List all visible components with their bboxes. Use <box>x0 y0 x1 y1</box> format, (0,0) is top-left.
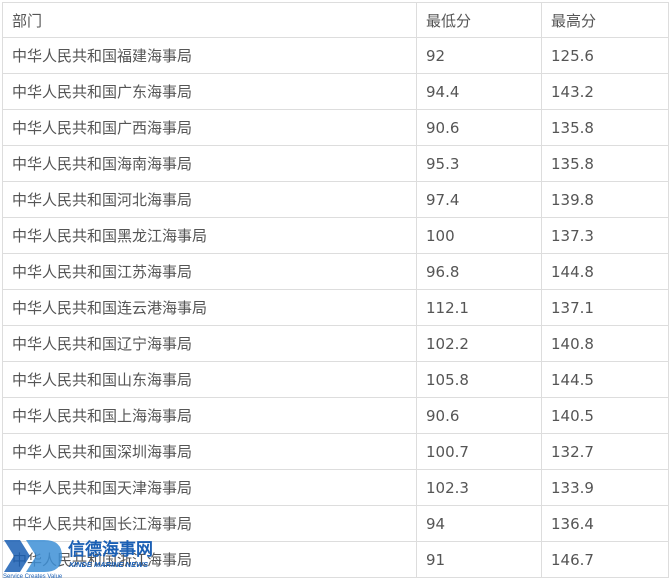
department-cell: 中华人民共和国黑龙江海事局 <box>2 217 417 254</box>
department-cell: 中华人民共和国深圳海事局 <box>2 433 417 470</box>
department-cell: 中华人民共和国山东海事局 <box>2 361 417 398</box>
min-score-cell: 94 <box>416 505 542 542</box>
table-row: 中华人民共和国山东海事局 105.8 144.5 <box>2 361 669 398</box>
department-cell: 中华人民共和国海南海事局 <box>2 145 417 182</box>
table-row: 中华人民共和国天津海事局 102.3 133.9 <box>2 469 669 506</box>
department-cell: 中华人民共和国连云港海事局 <box>2 289 417 326</box>
table-row: 中华人民共和国江苏海事局 96.8 144.8 <box>2 253 669 290</box>
table-row: 中华人民共和国深圳海事局 100.7 132.7 <box>2 433 669 470</box>
min-score-cell: 90.6 <box>416 397 542 434</box>
table-body: 中华人民共和国福建海事局 92 125.6 中华人民共和国广东海事局 94.4 143.2… <box>2 37 669 578</box>
min-score-cell: 105.8 <box>416 361 542 398</box>
header-max-score: 最高分 <box>541 2 669 38</box>
department-cell: 中华人民共和国广西海事局 <box>2 109 417 146</box>
table-row: 中华人民共和国上海海事局 90.6 140.5 <box>2 397 669 434</box>
department-cell: 中华人民共和国上海海事局 <box>2 397 417 434</box>
min-score-cell: 102.2 <box>416 325 542 362</box>
table-row: 中华人民共和国黑龙江海事局 100 137.3 <box>2 217 669 254</box>
min-score-cell: 90.6 <box>416 109 542 146</box>
min-score-cell: 96.8 <box>416 253 542 290</box>
min-score-cell: 102.3 <box>416 469 542 506</box>
min-score-cell: 95.3 <box>416 145 542 182</box>
max-score-cell: 137.3 <box>541 217 669 254</box>
max-score-cell: 132.7 <box>541 433 669 470</box>
table-header: 部门 最低分 最高分 <box>2 2 669 38</box>
header-min-score: 最低分 <box>416 2 542 38</box>
min-score-cell: 92 <box>416 37 542 74</box>
max-score-cell: 136.4 <box>541 505 669 542</box>
table-row: 中华人民共和国福建海事局 92 125.6 <box>2 37 669 74</box>
min-score-cell: 100.7 <box>416 433 542 470</box>
min-score-cell: 100 <box>416 217 542 254</box>
department-cell: 中华人民共和国辽宁海事局 <box>2 325 417 362</box>
max-score-cell: 144.8 <box>541 253 669 290</box>
table-row: 中华人民共和国辽宁海事局 102.2 140.8 <box>2 325 669 362</box>
max-score-cell: 133.9 <box>541 469 669 506</box>
max-score-cell: 135.8 <box>541 109 669 146</box>
department-cell: 中华人民共和国广东海事局 <box>2 73 417 110</box>
max-score-cell: 146.7 <box>541 541 669 578</box>
min-score-cell: 97.4 <box>416 181 542 218</box>
department-cell: 中华人民共和国江苏海事局 <box>2 253 417 290</box>
max-score-cell: 144.5 <box>541 361 669 398</box>
department-cell: 中华人民共和国河北海事局 <box>2 181 417 218</box>
max-score-cell: 125.6 <box>541 37 669 74</box>
table-row: 中华人民共和国连云港海事局 112.1 137.1 <box>2 289 669 326</box>
table-row: 中华人民共和国长江海事局 94 136.4 <box>2 505 669 542</box>
min-score-cell: 94.4 <box>416 73 542 110</box>
table-row: 中华人民共和国浙江海事局 91 146.7 <box>2 541 669 578</box>
header-row: 部门 最低分 最高分 <box>2 2 669 38</box>
department-cell: 中华人民共和国长江海事局 <box>2 505 417 542</box>
table-row: 中华人民共和国海南海事局 95.3 135.8 <box>2 145 669 182</box>
max-score-cell: 143.2 <box>541 73 669 110</box>
department-cell: 中华人民共和国浙江海事局 <box>2 541 417 578</box>
max-score-cell: 140.5 <box>541 397 669 434</box>
department-cell: 中华人民共和国福建海事局 <box>2 37 417 74</box>
min-score-cell: 112.1 <box>416 289 542 326</box>
header-department: 部门 <box>2 2 417 38</box>
max-score-cell: 135.8 <box>541 145 669 182</box>
table-row: 中华人民共和国广西海事局 90.6 135.8 <box>2 109 669 146</box>
department-cell: 中华人民共和国天津海事局 <box>2 469 417 506</box>
table-row: 中华人民共和国广东海事局 94.4 143.2 <box>2 73 669 110</box>
max-score-cell: 140.8 <box>541 325 669 362</box>
score-table: 部门 最低分 最高分 中华人民共和国福建海事局 92 125.6 中华人民共和国广东海… <box>2 2 669 578</box>
max-score-cell: 139.8 <box>541 181 669 218</box>
min-score-cell: 91 <box>416 541 542 578</box>
max-score-cell: 137.1 <box>541 289 669 326</box>
table-row: 中华人民共和国河北海事局 97.4 139.8 <box>2 181 669 218</box>
